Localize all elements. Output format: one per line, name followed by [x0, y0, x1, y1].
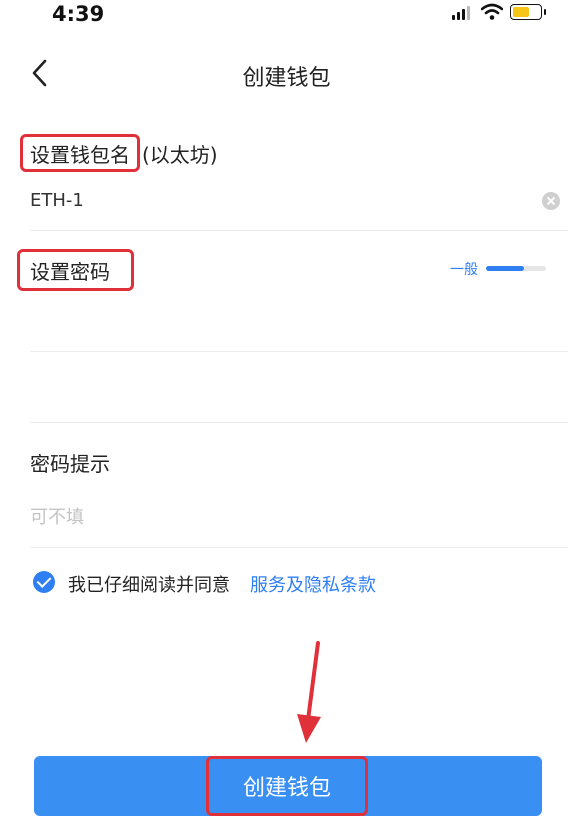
- password-strength-label: 一般: [450, 262, 478, 278]
- password-strength-bar: [486, 266, 524, 271]
- divider: [30, 351, 568, 352]
- wallet-name-network: (以太坊): [142, 143, 218, 167]
- divider: [30, 230, 568, 231]
- battery-icon: [510, 4, 546, 20]
- terms-link[interactable]: 服务及隐私条款: [250, 571, 376, 597]
- clear-input-icon[interactable]: [542, 192, 560, 210]
- agreement-checkbox[interactable]: [33, 571, 55, 593]
- wallet-name-label: 设置钱包名: [30, 143, 130, 167]
- divider: [30, 422, 568, 423]
- wallet-name-input[interactable]: ETH-1: [30, 190, 84, 211]
- agreement-text: 我已仔细阅读并同意: [68, 575, 230, 596]
- password-label: 设置密码: [30, 260, 110, 284]
- confirm-password-input[interactable]: [30, 370, 568, 420]
- password-hint-label: 密码提示: [30, 452, 110, 476]
- annotation-arrow: [297, 641, 321, 743]
- cellular-signal-icon: [452, 6, 472, 20]
- password-hint-input[interactable]: 可不填: [30, 503, 84, 529]
- page-title: 创建钱包: [242, 66, 331, 91]
- create-wallet-button-label: 创建钱包: [242, 776, 331, 801]
- divider: [30, 547, 568, 548]
- wifi-icon: [481, 3, 503, 20]
- status-time: 4:39: [52, 2, 105, 26]
- password-input[interactable]: [30, 300, 568, 350]
